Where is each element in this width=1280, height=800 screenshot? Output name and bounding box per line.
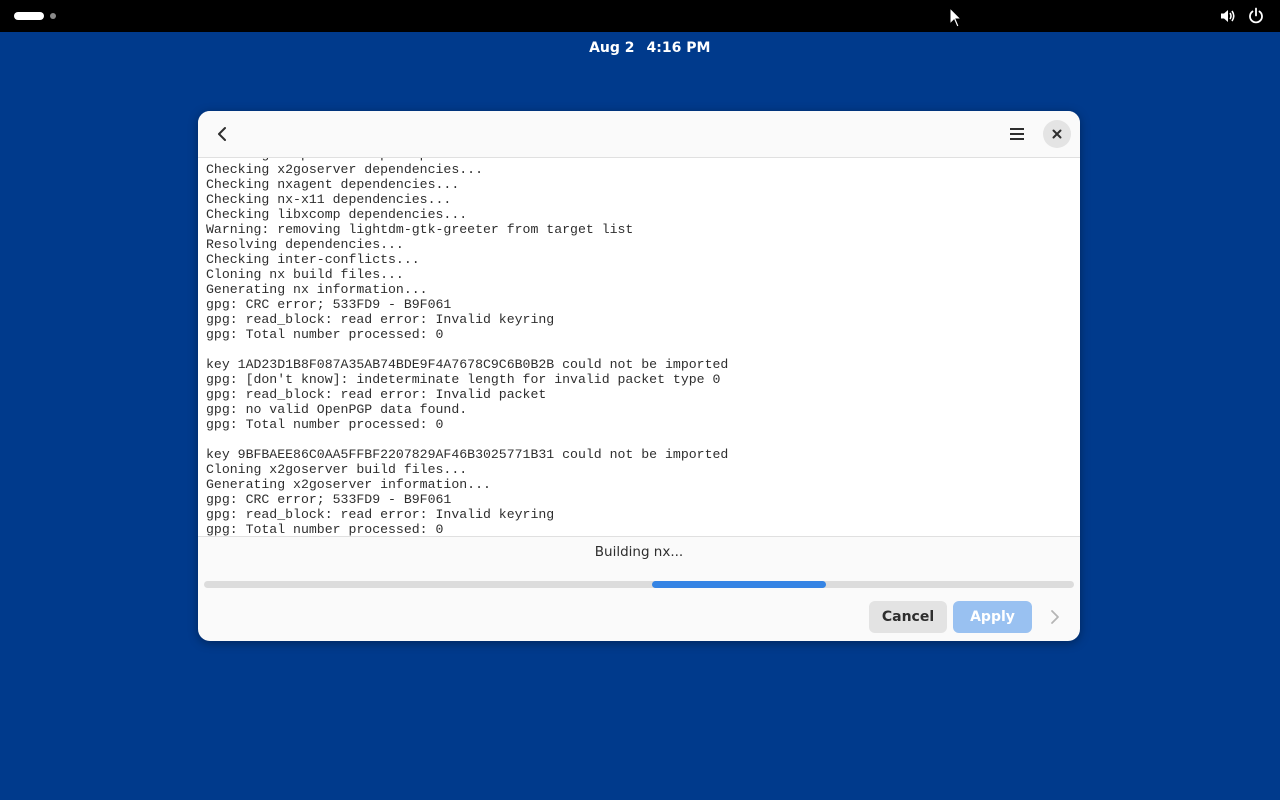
next-button[interactable] (1043, 605, 1067, 629)
log-line: gpg: read_block: read error: Invalid pac… (206, 387, 547, 402)
log-line: Checking x2goserver dependencies... (206, 162, 483, 177)
log-line: Checking libxcomp dependencies... (206, 207, 468, 222)
apply-button[interactable]: Apply (953, 601, 1032, 633)
log-line: Checking inter-conflicts... (206, 252, 420, 267)
activities-indicator[interactable] (14, 11, 64, 21)
log-line: Resolving dependencies... (206, 237, 404, 252)
hamburger-menu-icon (1010, 128, 1024, 140)
log-line: key 9BFBAEE86C0AA5FFBF2207829AF46B302577… (206, 447, 729, 462)
window-header (198, 111, 1080, 158)
log-line: Checking nx-x11 dependencies... (206, 192, 452, 207)
top-bar: Aug 2 4:16 PM (0, 0, 1280, 56)
log-line: Cloning nx build files... (206, 267, 404, 282)
build-log-text: Checking libpam-freerdp2 dependencies...… (206, 158, 1072, 537)
log-line: gpg: Total number processed: 0 (206, 522, 444, 537)
mouse-pointer-icon (949, 6, 963, 29)
cancel-button[interactable]: Cancel (869, 601, 947, 633)
log-line: gpg: Total number processed: 0 (206, 327, 444, 342)
installer-window: Checking libpam-freerdp2 dependencies...… (198, 111, 1080, 641)
log-line: gpg: no valid OpenPGP data found. (206, 402, 468, 417)
log-line: gpg: Total number processed: 0 (206, 417, 444, 432)
build-log[interactable]: Checking libpam-freerdp2 dependencies...… (198, 158, 1080, 537)
clock-date: Aug 2 (589, 40, 635, 56)
log-line: Warning: removing lightdm-gtk-greeter fr… (206, 222, 634, 237)
back-button[interactable] (208, 120, 236, 148)
log-line: gpg: read_block: read error: Invalid key… (206, 312, 555, 327)
status-text: Building nx... (594, 544, 684, 560)
log-line: Checking nxagent dependencies... (206, 177, 460, 192)
log-line: Generating x2goserver information... (206, 477, 491, 492)
progress-bar (204, 581, 1074, 588)
workspace-active-pill (14, 12, 44, 20)
close-icon (1052, 129, 1062, 139)
progress-bar-pulse (652, 581, 826, 588)
log-line: gpg: read_block: read error: Invalid key… (206, 507, 555, 522)
chevron-right-icon (1051, 610, 1059, 624)
log-line: gpg: CRC error; 533FD9 - B9F061 (206, 492, 452, 507)
clock[interactable]: Aug 2 4:16 PM (560, 0, 720, 56)
log-line: key 1AD23D1B8F087A35AB74BDE9F4A7678C9C6B… (206, 357, 729, 372)
main-menu-button[interactable] (1003, 120, 1031, 148)
log-line: Generating nx information... (206, 282, 428, 297)
close-button[interactable] (1043, 120, 1071, 148)
power-icon[interactable] (1247, 7, 1265, 25)
log-line: gpg: CRC error; 533FD9 - B9F061 (206, 297, 452, 312)
log-line: gpg: [don't know]: indeterminate length … (206, 372, 721, 387)
log-line: Cloning x2goserver build files... (206, 462, 468, 477)
back-arrow-icon (218, 127, 226, 141)
volume-icon[interactable] (1219, 7, 1237, 25)
workspace-dot (50, 13, 56, 19)
clock-time: 4:16 PM (646, 40, 711, 56)
